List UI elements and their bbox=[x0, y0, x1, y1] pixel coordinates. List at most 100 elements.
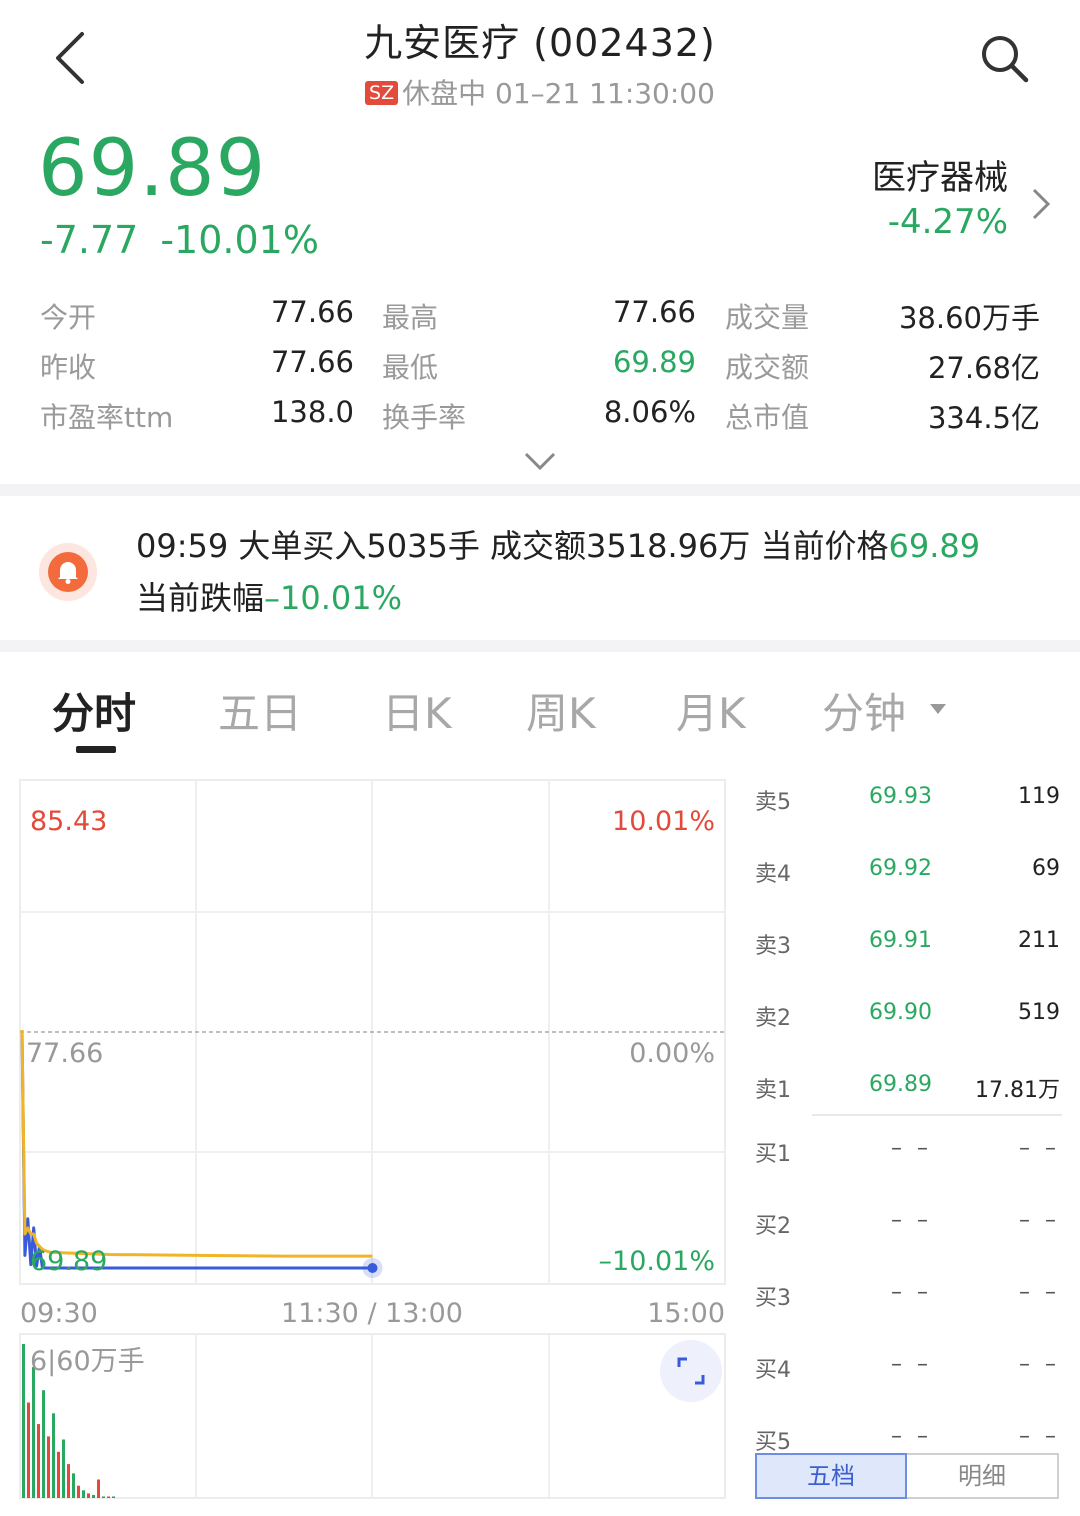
stat-value: 27.68亿 bbox=[927, 351, 1040, 385]
y-pct-label-top: 10.01% bbox=[612, 806, 715, 837]
stat-value: 77.66 bbox=[270, 345, 354, 379]
order-volume: – – bbox=[1019, 1280, 1060, 1305]
x-label-mid: 11:30 / 13:00 bbox=[281, 1298, 463, 1329]
active-tab-indicator bbox=[76, 746, 116, 753]
back-arrow-icon[interactable] bbox=[48, 28, 98, 88]
news-line-2-text: 当前跌幅 bbox=[136, 579, 265, 617]
tab-minute[interactable]: 分钟 bbox=[822, 680, 906, 741]
tab-daily-k[interactable]: 日K bbox=[382, 680, 452, 741]
order-price: – – bbox=[891, 1424, 932, 1449]
stat-label: 昨收 bbox=[40, 351, 97, 384]
order-volume: 211 bbox=[1018, 928, 1060, 953]
chevron-right-icon[interactable] bbox=[1028, 186, 1052, 222]
ask-level-label: 卖5 bbox=[755, 790, 791, 815]
last-point-dot bbox=[367, 1263, 378, 1273]
bid-level-label: 买5 bbox=[755, 1430, 791, 1455]
tab-intraday[interactable]: 分时 bbox=[52, 680, 136, 741]
y-label-mid: 77.66 bbox=[26, 1038, 103, 1069]
order-price: 69.90 bbox=[869, 1000, 932, 1025]
x-label-end: 15:00 bbox=[647, 1298, 725, 1329]
stat-label: 换手率 bbox=[382, 401, 467, 434]
bid-level-label: 买4 bbox=[755, 1358, 791, 1383]
tab-weekly-k[interactable]: 周K bbox=[526, 680, 596, 741]
stat-label: 最高 bbox=[382, 301, 439, 334]
stat-value: 77.66 bbox=[612, 295, 696, 329]
alert-bell-icon bbox=[39, 543, 97, 601]
intraday-chart[interactable]: 85.43 10.01% 77.66 0.00% 69.89 –10.01% 09:30 11… bbox=[0, 776, 740, 1506]
news-line-1-text: 09:59 大单买入5035手 成交额3518.96万 当前价格 bbox=[136, 527, 889, 565]
order-price: – – bbox=[891, 1136, 932, 1161]
volume-bar bbox=[92, 1494, 95, 1498]
volume-bar bbox=[72, 1473, 75, 1498]
sector-change[interactable]: -4.27% bbox=[820, 202, 1008, 242]
order-book-divider bbox=[812, 1114, 1062, 1116]
order-volume: 69 bbox=[1032, 856, 1060, 881]
stat-value: 77.66 bbox=[270, 295, 354, 329]
stat-label: 总市值 bbox=[725, 401, 810, 434]
order-volume: – – bbox=[1019, 1352, 1060, 1377]
section-divider bbox=[0, 484, 1080, 496]
fullscreen-icon[interactable] bbox=[660, 1340, 722, 1402]
bid-level-label: 买1 bbox=[755, 1142, 791, 1167]
order-volume: – – bbox=[1019, 1424, 1060, 1449]
chevron-down-icon[interactable] bbox=[522, 448, 558, 474]
order-price: 69.92 bbox=[869, 856, 932, 881]
order-price: – – bbox=[891, 1208, 932, 1233]
news-line-1: 09:59 大单买入5035手 成交额3518.96万 当前价格69.89 bbox=[136, 520, 1036, 572]
sector-name[interactable]: 医疗器械 bbox=[820, 150, 1008, 199]
tab-monthly-k[interactable]: 月K bbox=[676, 680, 746, 741]
ask-level-label: 卖3 bbox=[755, 934, 791, 959]
volume-bar bbox=[52, 1413, 55, 1498]
y-label-top: 85.43 bbox=[30, 806, 107, 837]
section-divider bbox=[0, 640, 1080, 652]
volume-bar bbox=[97, 1479, 100, 1498]
order-price: – – bbox=[891, 1352, 932, 1377]
stat-value: 138.0 bbox=[270, 395, 354, 429]
bid-level-label: 买2 bbox=[755, 1214, 791, 1239]
stat-label: 今开 bbox=[40, 301, 97, 334]
volume-bar bbox=[42, 1390, 45, 1498]
page-title: 九安医疗 (002432) bbox=[364, 21, 716, 65]
order-volume: – – bbox=[1019, 1208, 1060, 1233]
volume-bar bbox=[47, 1436, 50, 1498]
news-line-2: 当前跌幅–10.01% bbox=[136, 572, 1036, 624]
order-price: – – bbox=[891, 1280, 932, 1305]
volume-bar bbox=[107, 1496, 110, 1498]
volume-bar bbox=[22, 1344, 25, 1498]
ask-level-label: 卖1 bbox=[755, 1078, 791, 1103]
news-pct: –10.01% bbox=[264, 579, 403, 617]
dropdown-caret-icon[interactable] bbox=[928, 702, 948, 716]
search-icon[interactable] bbox=[978, 32, 1032, 86]
volume-bar bbox=[62, 1439, 65, 1498]
market-status: SZ 休盘中 01–21 11:30:00 bbox=[300, 72, 780, 112]
current-price: 69.89 bbox=[38, 124, 267, 214]
volume-bar bbox=[27, 1402, 30, 1498]
order-volume: 519 bbox=[1018, 1000, 1060, 1025]
volume-bar bbox=[102, 1496, 105, 1498]
bid-level-label: 买3 bbox=[755, 1286, 791, 1311]
volume-bar bbox=[32, 1367, 35, 1498]
tab-five-day[interactable]: 五日 bbox=[218, 680, 302, 741]
stat-label: 成交额 bbox=[725, 351, 810, 384]
stat-value: 334.5亿 bbox=[927, 401, 1040, 435]
volume-bar bbox=[57, 1451, 60, 1498]
order-price: 69.93 bbox=[869, 784, 932, 809]
order-volume: 17.81万 bbox=[975, 1078, 1060, 1103]
x-label-start: 09:30 bbox=[20, 1298, 98, 1329]
stat-value: 38.60万手 bbox=[898, 301, 1040, 335]
volume-bar bbox=[77, 1485, 80, 1498]
market-badge: SZ bbox=[365, 81, 399, 105]
volume-bar bbox=[87, 1493, 90, 1498]
tab-trade-detail[interactable]: 明细 bbox=[907, 1453, 1059, 1499]
tab-five-levels[interactable]: 五档 bbox=[755, 1453, 907, 1499]
y-pct-label-mid: 0.00% bbox=[629, 1038, 715, 1069]
volume-bar bbox=[67, 1464, 70, 1498]
stat-value: 69.89 bbox=[612, 345, 696, 379]
news-item[interactable]: 09:59 大单买入5035手 成交额3518.96万 当前价格69.89 当前… bbox=[136, 520, 1036, 624]
change-pct: -10.01% bbox=[160, 218, 319, 262]
volume-label: 6|60万手 bbox=[30, 1346, 145, 1377]
y-pct-label-bottom: –10.01% bbox=[599, 1246, 715, 1277]
y-label-bottom: 69.89 bbox=[30, 1246, 107, 1277]
order-volume: – – bbox=[1019, 1136, 1060, 1161]
order-price: 69.91 bbox=[869, 928, 932, 953]
